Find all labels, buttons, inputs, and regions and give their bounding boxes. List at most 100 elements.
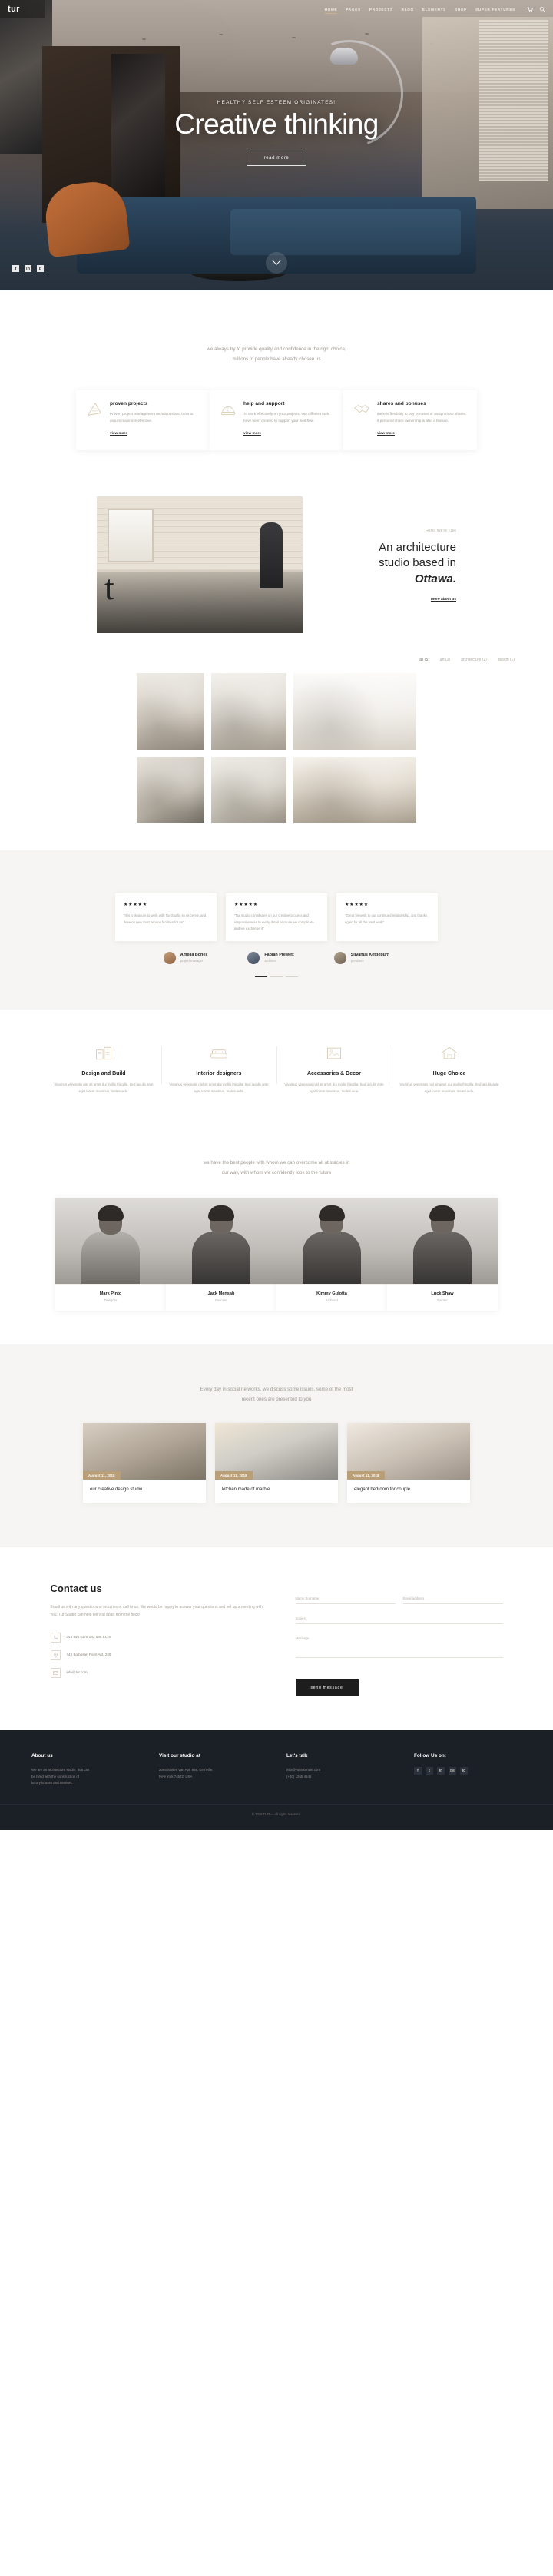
about-heading-emphasis: Ottawa. <box>414 572 456 585</box>
filter-art[interactable]: art (2) <box>440 658 450 662</box>
carousel-dot-2[interactable] <box>270 976 283 978</box>
testimonial-author: Fabian Prewett architect <box>247 951 294 964</box>
team-member-card[interactable]: Luck Shaw Painter <box>387 1198 498 1311</box>
send-message-button[interactable]: send message <box>295 1679 359 1697</box>
blog-post-title: our creative design studio <box>90 1487 143 1493</box>
filter-design[interactable]: design (1) <box>498 658 515 662</box>
portfolio-item[interactable] <box>211 757 286 824</box>
blog-post-date: August 11, 2018 <box>215 1471 253 1480</box>
hero-lamp-shade <box>330 48 358 65</box>
feature-card-help-and-support[interactable]: help and support To work effectively on … <box>210 390 343 451</box>
nav-item-super-features[interactable]: SUPER FEATURES <box>475 8 515 12</box>
team-member-role: Painter <box>437 1298 448 1303</box>
facebook-icon[interactable]: f <box>414 1767 422 1775</box>
team-member-photo <box>55 1198 166 1285</box>
phone-icon <box>50 1633 61 1643</box>
rating-stars: ★★★★★ <box>234 903 258 908</box>
features-intro: we always try to provide quality and con… <box>0 344 553 364</box>
helmet-icon <box>220 401 237 438</box>
feature-body: proven projects Proven project managemen… <box>110 401 200 438</box>
footer-phone-link[interactable]: (+40) 1265 4545 <box>286 1774 394 1781</box>
footer-column-title: Visit our studio at <box>159 1753 200 1759</box>
search-icon[interactable] <box>539 6 545 12</box>
nav-item-blog[interactable]: BLOG <box>402 8 414 12</box>
footer-about-line3: luxury houses and interiors. <box>31 1781 73 1785</box>
portfolio-item[interactable] <box>137 757 204 824</box>
social-facebook-icon[interactable]: f <box>12 265 19 272</box>
avatar <box>247 951 260 964</box>
blog-post-title: kitchen made of marble <box>222 1487 270 1493</box>
behance-icon[interactable]: be <box>449 1767 456 1775</box>
handshake-icon <box>353 401 370 438</box>
filter-architecture[interactable]: architecture (2) <box>461 658 487 662</box>
blog-post-card[interactable]: August 11, 2018 our creative design stud… <box>83 1423 206 1503</box>
team-member-card[interactable]: Jack Mensah Founder <box>166 1198 276 1311</box>
hero-section: tur HOME PAGES PROJECTS BLOG ELEMENTS SH… <box>0 0 553 290</box>
filter-all[interactable]: all (5) <box>419 658 429 662</box>
feature-view-more-link[interactable]: view more <box>243 431 261 435</box>
feature-body: shares and bonuses there is flexibility … <box>377 401 467 438</box>
testimonial-text: "It is a pleasure to work with Tur Studi… <box>124 913 207 924</box>
feature-card-shares-and-bonuses[interactable]: shares and bonuses there is flexibility … <box>343 390 477 451</box>
portfolio-grid <box>0 673 553 824</box>
social-behance-icon[interactable]: b <box>37 265 44 272</box>
feature-body: help and support To work effectively on … <box>243 401 333 438</box>
pin-icon <box>50 1650 61 1661</box>
linkedin-icon[interactable]: in <box>437 1767 445 1775</box>
portfolio-item[interactable] <box>293 673 416 751</box>
contact-info: Contact us Email us with any questions o… <box>50 1583 270 1696</box>
blog-section: Every day in social networks, we discuss… <box>0 1344 553 1548</box>
hero-read-more-button[interactable]: read more <box>246 150 307 166</box>
blog-post-card[interactable]: August 11, 2018 elegant bedroom for coup… <box>347 1423 470 1503</box>
carousel-dot-3[interactable] <box>286 976 298 978</box>
social-linkedin-icon[interactable]: in <box>25 265 31 272</box>
footer-column-talk: Let's talk info@yourdomain.com (+40) 126… <box>286 1753 394 1787</box>
feature-view-more-link[interactable]: view more <box>110 431 127 435</box>
email-input[interactable] <box>402 1603 503 1605</box>
team-intro-line1: we have the best people with whom we can… <box>203 1160 350 1166</box>
portfolio-column <box>211 673 286 824</box>
nav-item-elements[interactable]: ELEMENTS <box>422 8 446 12</box>
feature-card-proven-projects[interactable]: proven projects Proven project managemen… <box>76 390 210 451</box>
nav-item-projects[interactable]: PROJECTS <box>369 8 393 12</box>
name-input[interactable] <box>295 1603 396 1605</box>
portfolio-section: all (5) art (2) architecture (2) design … <box>0 655 553 850</box>
portfolio-item[interactable] <box>137 673 204 751</box>
team-member-role: Designer <box>104 1298 118 1303</box>
instagram-icon[interactable]: ig <box>460 1767 468 1775</box>
author-role: project manager <box>180 959 204 963</box>
team-member-card[interactable]: Kimmy Gulotta Architect <box>276 1198 387 1311</box>
blog-post-card[interactable]: August 11, 2018 kitchen made of marble <box>215 1423 338 1503</box>
blog-post-title: elegant bedroom for couple <box>354 1487 411 1493</box>
footer-email-link[interactable]: info@yourdomain.com <box>286 1767 394 1774</box>
hero-sofa-back <box>230 209 461 255</box>
blog-intro-line1: Every day in social networks, we discuss… <box>200 1387 353 1393</box>
carousel-dot-1[interactable] <box>255 976 267 978</box>
feature-view-more-link[interactable]: view more <box>377 431 395 435</box>
message-textarea[interactable] <box>295 1657 503 1659</box>
portfolio-column <box>293 673 416 824</box>
contact-address: 742 Bolbosan Point Apt. 229 <box>50 1650 270 1661</box>
testimonial-text: "Great firework to our continued relatio… <box>345 913 428 924</box>
portfolio-item[interactable] <box>293 757 416 824</box>
nav-item-home[interactable]: HOME <box>324 8 338 14</box>
hero-kicker: HEALTHY SELF ESTEEM ORIGINATES! <box>217 100 336 105</box>
nav-item-pages[interactable]: PAGES <box>346 8 361 12</box>
twitter-icon[interactable]: t <box>426 1767 433 1775</box>
testimonial-cards: ★★★★★ "It is a pleasure to work with Tur… <box>0 893 553 941</box>
about-letter-mark: t <box>104 568 114 608</box>
carousel-pagination <box>0 976 553 978</box>
scroll-down-button[interactable] <box>266 252 287 274</box>
cart-icon[interactable] <box>527 6 533 12</box>
service-text: Vivamus venenatis nisl sit amet dui moll… <box>399 1082 499 1093</box>
site-logo[interactable]: tur <box>0 0 45 18</box>
nav-item-shop[interactable]: SHOP <box>455 8 467 12</box>
mail-icon <box>50 1668 61 1679</box>
footer-columns: About us We are an architecture studio, … <box>0 1753 553 1787</box>
blog-post-image: August 11, 2018 <box>215 1423 338 1480</box>
about-more-link[interactable]: more about us <box>332 598 456 602</box>
portfolio-item[interactable] <box>211 673 286 751</box>
footer-column-title: Let's talk <box>286 1753 308 1759</box>
team-member-card[interactable]: Mark Pinto Designer <box>55 1198 166 1311</box>
subject-input[interactable] <box>295 1623 503 1625</box>
